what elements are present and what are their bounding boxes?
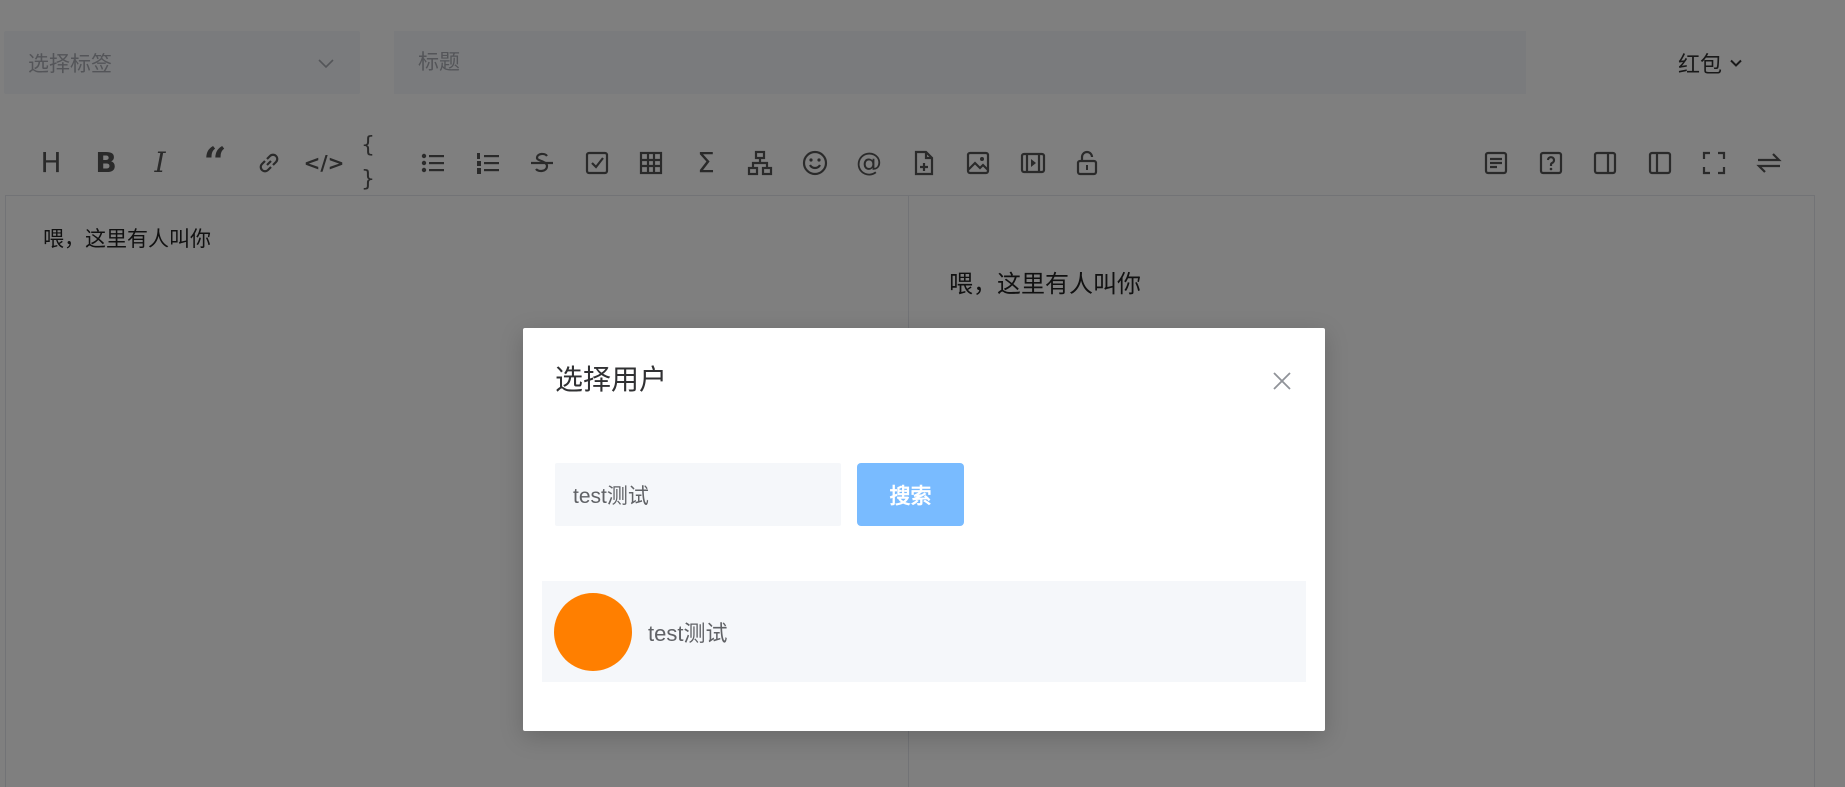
- user-search-input[interactable]: [555, 463, 841, 526]
- select-user-dialog: 选择用户 搜索 test测试: [523, 328, 1325, 731]
- user-list-item[interactable]: test测试: [542, 581, 1306, 682]
- dialog-title: 选择用户: [555, 364, 668, 395]
- user-name: test测试: [648, 620, 728, 646]
- close-icon[interactable]: [1269, 368, 1295, 394]
- avatar: [554, 592, 632, 671]
- search-button[interactable]: 搜索: [857, 463, 964, 526]
- editor-page: 选择标签 红包 H B I “ </> { }: [0, 0, 1845, 787]
